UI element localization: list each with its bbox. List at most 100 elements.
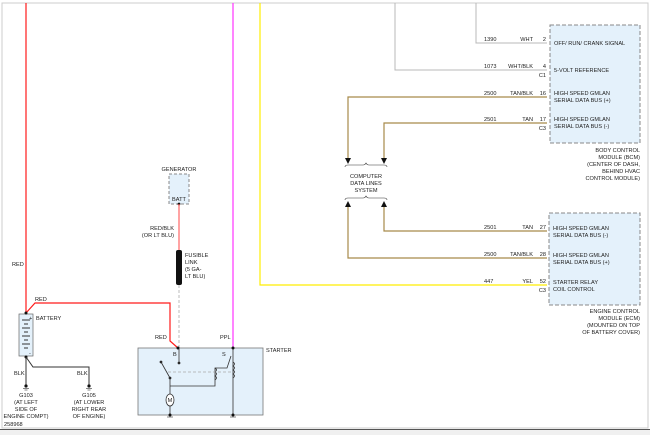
fusible-link	[176, 250, 182, 285]
wire-label-ppl: PPL	[220, 335, 231, 341]
svg-text:52: 52	[540, 279, 546, 285]
svg-text:447: 447	[484, 279, 493, 285]
svg-text:-: -	[29, 351, 31, 357]
circuit-number: 1073	[484, 64, 496, 70]
wire-label: (OR LT BLU)	[142, 233, 174, 239]
wire-label: RED/BLK	[150, 226, 174, 232]
svg-text:G105: G105	[82, 393, 96, 399]
starter-module	[137, 347, 264, 416]
wire-2500-bcm	[347, 96, 547, 158]
svg-text:SERIAL DATA BUS (+): SERIAL DATA BUS (+)	[553, 260, 610, 266]
wire-2501-bcm	[383, 122, 547, 158]
svg-text:YEL: YEL	[522, 279, 533, 285]
computer-data-lines-label: COMPUTER DATA LINES SYSTEM	[350, 174, 382, 194]
fusible-link-label: FUSIBLE LINK (5 GA- LT BLU)	[185, 253, 209, 280]
bcm-label: BODY CONTROL MODULE (BCM) (CENTER OF DAS…	[586, 148, 641, 182]
wire-label-red: RED	[155, 335, 167, 341]
wire-red-starter	[25, 302, 179, 349]
svg-text:COMPUTER: COMPUTER	[350, 174, 382, 180]
ground-g105-label: G105 (AT LOWER RIGHT REAR OF ENGINE)	[72, 393, 106, 420]
circuit-number: 2501	[484, 117, 496, 123]
generator-batt-terminal: BATT	[172, 197, 186, 203]
diagram-id: 258968	[4, 422, 23, 428]
motor-icon: M	[165, 393, 175, 407]
svg-text:ENGINE COMPT): ENGINE COMPT)	[3, 414, 48, 420]
wire-color: WHT/BLK	[508, 64, 533, 70]
svg-text:SYSTEM: SYSTEM	[354, 188, 377, 194]
svg-text:(MOUNTED ON TOP: (MOUNTED ON TOP	[587, 323, 640, 329]
svg-text:OF BATTERY COVER): OF BATTERY COVER)	[582, 330, 640, 336]
svg-text:(AT LOWER: (AT LOWER	[74, 400, 105, 406]
svg-text:(AT LEFT: (AT LEFT	[14, 400, 38, 406]
svg-text:TAN/BLK: TAN/BLK	[510, 252, 533, 258]
svg-text:(CENTER OF DASH,: (CENTER OF DASH,	[587, 162, 640, 168]
svg-text:M: M	[168, 398, 173, 404]
svg-text:HIGH SPEED GMLAN: HIGH SPEED GMLAN	[553, 226, 609, 232]
svg-text:2500: 2500	[484, 252, 496, 258]
circuit-number: 2500	[484, 91, 496, 97]
svg-text:ENGINE CONTROL: ENGINE CONTROL	[590, 309, 640, 315]
svg-text:28: 28	[540, 252, 546, 258]
wire-color: WHT	[520, 37, 533, 43]
battery-label: BATTERY	[36, 316, 62, 322]
svg-text:BEHIND HVAC: BEHIND HVAC	[602, 169, 640, 175]
pin-function: HIGH SPEED GMLAN	[554, 91, 610, 97]
svg-text:COIL CONTROL: COIL CONTROL	[553, 287, 595, 293]
pin-function: SERIAL DATA BUS (-)	[554, 124, 609, 130]
brace-top	[344, 162, 388, 168]
svg-text:BODY CONTROL: BODY CONTROL	[595, 148, 640, 154]
svg-text:MODULE (ECM): MODULE (ECM)	[598, 316, 640, 322]
wiring-diagram: 1390 WHT 2 OFF/ RUN/ CRANK SIGNAL 1073 W…	[0, 2, 650, 435]
ground-g103-label: G103 (AT LEFT SIDE OF ENGINE COMPT)	[3, 393, 48, 420]
ground-icon	[86, 384, 92, 391]
circuit-number: 1390	[484, 37, 496, 43]
wire-2500-ecm	[347, 207, 547, 259]
svg-text:STARTER RELAY: STARTER RELAY	[553, 280, 598, 286]
ground-icon	[23, 384, 29, 391]
svg-text:TAN: TAN	[522, 225, 533, 231]
svg-text:(5 GA-: (5 GA-	[185, 267, 202, 273]
pin-function: OFF/ RUN/ CRANK SIGNAL	[554, 41, 625, 47]
svg-text:2501: 2501	[484, 225, 496, 231]
pin-function: HIGH SPEED GMLAN	[554, 117, 610, 123]
wire-label-red: RED	[12, 262, 24, 268]
starter-label: STARTER	[266, 348, 292, 354]
svg-text:FUSIBLE: FUSIBLE	[185, 253, 209, 259]
ecm-label: ENGINE CONTROL MODULE (ECM) (MOUNTED ON …	[582, 309, 640, 336]
svg-text:CONTROL MODULE): CONTROL MODULE)	[586, 176, 641, 182]
svg-text:LT BLU): LT BLU)	[185, 274, 205, 280]
svg-text:MODULE (BCM): MODULE (BCM)	[598, 155, 640, 161]
wire-color: TAN/BLK	[510, 91, 533, 97]
svg-text:27: 27	[540, 225, 546, 231]
pin-function: SERIAL DATA BUS (+)	[554, 98, 611, 104]
svg-text:G103: G103	[19, 393, 33, 399]
svg-text:LINK: LINK	[185, 260, 198, 266]
svg-text:+: +	[29, 316, 32, 322]
svg-text:C3: C3	[539, 288, 546, 294]
pin-function: 5-VOLT REFERENCE	[554, 68, 609, 74]
pin-number: 17	[540, 117, 546, 123]
generator-label: GENERATOR	[162, 167, 197, 173]
arrow-up-icon	[345, 201, 351, 207]
brace-bottom	[344, 195, 388, 201]
svg-text:SERIAL DATA BUS (-): SERIAL DATA BUS (-)	[553, 233, 608, 239]
svg-text:SIDE OF: SIDE OF	[15, 407, 38, 413]
wire-label-red: RED	[35, 297, 47, 303]
arrow-down-icon	[345, 158, 351, 164]
svg-text:RIGHT REAR: RIGHT REAR	[72, 407, 106, 413]
arrow-down-icon	[381, 158, 387, 164]
arrow-up-icon	[381, 201, 387, 207]
connector-id: C1	[539, 73, 546, 79]
pin-number: 2	[543, 37, 546, 43]
pin-number: 4	[543, 64, 546, 70]
wire-label-blk: BLK	[14, 371, 25, 377]
battery-icon: + -	[18, 313, 34, 357]
starter-b-terminal: B	[173, 352, 177, 358]
svg-text:DATA LINES: DATA LINES	[350, 181, 382, 187]
ecm-pin-labels: 2501 TAN 27 HIGH SPEED GMLAN SERIAL DATA…	[484, 225, 610, 294]
wire-color: TAN	[522, 117, 533, 123]
wire-447-yel	[259, 3, 547, 286]
wire-label-blk: BLK	[77, 371, 88, 377]
starter-s-terminal: S	[222, 352, 226, 358]
pin-number: 16	[540, 91, 546, 97]
